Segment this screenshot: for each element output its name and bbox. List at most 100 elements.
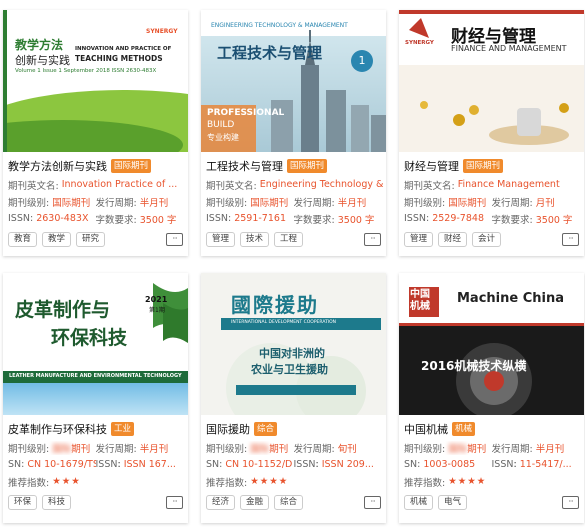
period-value: 旬刊 [337, 443, 357, 455]
level-value: 期刊 [467, 443, 487, 455]
keyword-tag[interactable]: 管理 [404, 231, 434, 247]
keyword-tag[interactable]: 环保 [8, 494, 38, 510]
journal-tag: 工业 [111, 422, 135, 436]
keyword-tag[interactable]: 教学 [42, 231, 72, 247]
cover-line1: 皮革制作与 [15, 299, 111, 321]
journal-cover[interactable]: SYNERGY 财经与管理 FINANCE AND MANAGEMENT [399, 10, 584, 152]
chat-icon[interactable]: ··· [562, 495, 579, 509]
journal-tag: 国际期刊 [111, 159, 152, 173]
label-issn: ISSN [293, 459, 316, 470]
journal-card[interactable]: 教学方法 创新与实践 INNOVATION AND PRACTICE OF TE… [3, 10, 188, 256]
label-issn: ISSN: [404, 213, 430, 224]
rating-stars: ★★★★ [250, 476, 289, 487]
journal-tag: 国际期刊 [463, 159, 504, 173]
journal-tag: 国际期刊 [287, 159, 328, 173]
chat-icon[interactable]: ··· [166, 495, 183, 509]
journal-title[interactable]: 中国机械 [404, 421, 448, 437]
label-issn: ISSN: [8, 213, 34, 224]
keyword-tag[interactable]: 会计 [472, 231, 502, 247]
label-words: 字数要求: [491, 214, 533, 226]
label-period: 发行周期: [95, 443, 137, 455]
level-value: 期刊 [269, 443, 289, 455]
keyword-tag[interactable]: 综合 [274, 494, 304, 510]
keyword-tag[interactable]: 工程 [274, 231, 304, 247]
label-period: 发行周期: [293, 197, 335, 209]
cover-build: BUILD [207, 120, 235, 130]
cover-en-header: ENGINEERING TECHNOLOGY & MANAGEMENT [211, 22, 348, 29]
cover-year: 2021 [145, 295, 168, 304]
label-words: 字数要求: [95, 214, 137, 226]
cover-en: INTERNATIONAL DEVELOPMENT COOPERATION [231, 320, 337, 325]
cover-en-title: FINANCE AND MANAGEMENT [451, 44, 567, 53]
cover-cn-title: 國際援助 [231, 293, 319, 317]
journal-title[interactable]: 皮革制作与环保科技 [8, 421, 107, 437]
chat-icon[interactable]: ··· [166, 232, 183, 246]
chat-icon[interactable]: ··· [364, 232, 381, 246]
journal-cover[interactable]: 中国机械 Machine China 2016机械技术纵横 [399, 273, 584, 415]
journal-cover[interactable]: 教学方法 创新与实践 INNOVATION AND PRACTICE OF TE… [3, 10, 188, 152]
label-en-name: 期刊英文名: [404, 180, 455, 192]
en-name-value: Finance Management [457, 179, 560, 190]
cover-en-line2: TEACHING METHODS [75, 54, 163, 63]
cover-brand: SYNERGY [146, 28, 178, 35]
label-level: 期刊级别: [404, 443, 446, 455]
cover-logo: 中国机械 [410, 289, 430, 312]
cover-cn-sub: 创新与实践 [15, 54, 70, 67]
period-value: 半月刊 [337, 197, 367, 209]
journal-title[interactable]: 工程技术与管理 [206, 158, 283, 174]
cover-cn-title: 工程技术与管理 [217, 44, 323, 62]
journal-tag: 机械 [452, 422, 476, 436]
journal-title[interactable]: 财经与管理 [404, 158, 459, 174]
keyword-tag[interactable]: 机械 [404, 494, 434, 510]
keyword-tag[interactable]: 经济 [206, 494, 236, 510]
sn-value: CN 10-1152/D [225, 459, 293, 470]
cover-cn-small: 专业构建 [207, 133, 239, 142]
en-name-value: Innovation Practice of ... [61, 179, 178, 190]
chat-icon[interactable]: ··· [562, 232, 579, 246]
label-issn: ISSN [491, 459, 514, 470]
label-period: 发行周期: [491, 443, 533, 455]
issn-value: ISSN 209... [321, 459, 374, 470]
keyword-tag[interactable]: 金融 [240, 494, 270, 510]
sn-value: 1003-0085 [423, 459, 476, 470]
label-level: 期刊级别: [206, 443, 248, 455]
label-sn: SN: [8, 459, 25, 470]
keyword-tag[interactable]: 电气 [438, 494, 468, 510]
label-recommend: 推荐指数: [8, 477, 50, 489]
label-issn: ISSN [95, 459, 118, 470]
chat-icon[interactable]: ··· [364, 495, 381, 509]
keyword-tag[interactable]: 科技 [42, 494, 72, 510]
label-level: 期刊级别: [404, 197, 446, 209]
journal-card[interactable]: 中国机械 Machine China 2016机械技术纵横 中国机械 机械 期刊… [399, 273, 584, 523]
label-en-name: 期刊英文名: [8, 180, 59, 192]
keyword-tag[interactable]: 技术 [240, 231, 270, 247]
label-period: 发行周期: [491, 197, 533, 209]
issn-value: 2630-483X [36, 213, 89, 224]
label-recommend: 推荐指数: [206, 477, 248, 489]
blurred-level: 国际 [52, 443, 72, 455]
label-sn: SN: [404, 459, 421, 470]
rating-stars: ★★★★ [448, 476, 487, 487]
keyword-tag[interactable]: 教育 [8, 231, 38, 247]
cover-line2: 环保科技 [51, 327, 128, 349]
journal-cover[interactable]: 皮革制作与 环保科技 2021 第1期 LEATHER MANUFACTURE … [3, 273, 188, 415]
journal-title[interactable]: 国际援助 [206, 421, 250, 437]
journal-card[interactable]: ENGINEERING TECHNOLOGY & MANAGEMENT 工程技术… [201, 10, 386, 256]
label-level: 期刊级别: [206, 197, 248, 209]
keyword-tag[interactable]: 研究 [76, 231, 106, 247]
blurred-level: 国际 [448, 443, 468, 455]
journal-title[interactable]: 教学方法创新与实践 [8, 158, 107, 174]
cover-issue: 第1期 [149, 307, 165, 314]
journal-card[interactable]: 皮革制作与 环保科技 2021 第1期 LEATHER MANUFACTURE … [3, 273, 188, 523]
journal-cover[interactable]: 國際援助 INTERNATIONAL DEVELOPMENT COOPERATI… [201, 273, 386, 415]
journal-card[interactable]: 國際援助 INTERNATIONAL DEVELOPMENT COOPERATI… [201, 273, 386, 523]
issn-value: 2591-7161 [234, 213, 286, 224]
period-value: 半月刊 [139, 443, 169, 455]
cover-headline: 2016机械技术纵横 [421, 359, 527, 373]
keyword-tag[interactable]: 财经 [438, 231, 468, 247]
keyword-tag[interactable]: 管理 [206, 231, 236, 247]
cover-en: Machine China [457, 291, 565, 306]
journal-card[interactable]: SYNERGY 财经与管理 FINANCE AND MANAGEMENT 财经与… [399, 10, 584, 256]
journal-cover[interactable]: ENGINEERING TECHNOLOGY & MANAGEMENT 工程技术… [201, 10, 386, 152]
cover-professional: PROFESSIONAL [207, 108, 285, 118]
